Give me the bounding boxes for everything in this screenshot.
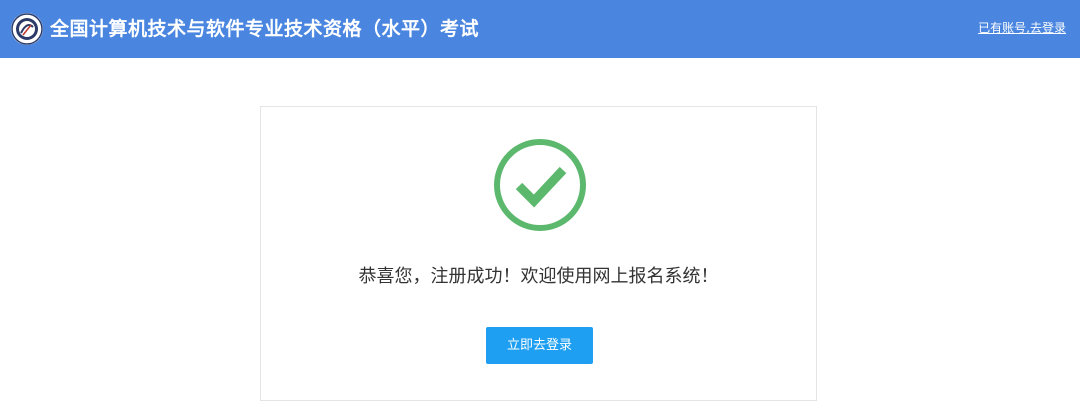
site-title: 全国计算机技术与软件专业技术资格（水平）考试 [50, 18, 480, 40]
go-login-button[interactable]: 立即去登录 [486, 327, 593, 364]
success-message: 恭喜您，注册成功！欢迎使用网上报名系统！ [358, 266, 719, 287]
exam-logo-icon [11, 13, 43, 45]
registration-success-card: 恭喜您，注册成功！欢迎使用网上报名系统！ 立即去登录 [260, 106, 817, 401]
top-header: 全国计算机技术与软件专业技术资格（水平）考试 已有账号,去登录 [0, 0, 1080, 58]
existing-account-login-link[interactable]: 已有账号,去登录 [978, 19, 1066, 36]
check-circle-icon [492, 137, 588, 233]
